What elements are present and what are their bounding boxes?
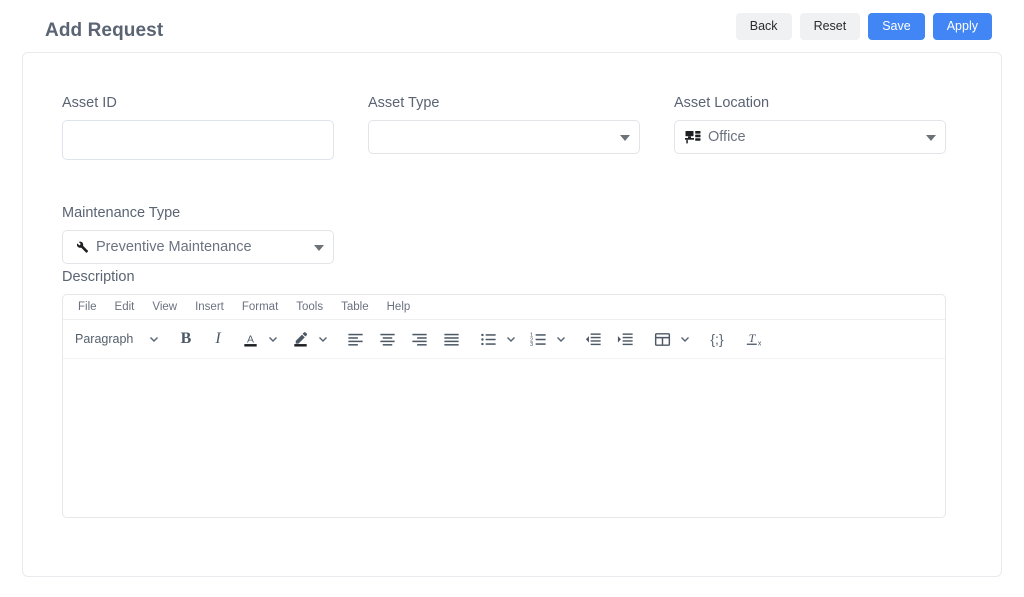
caret-down-icon [314, 245, 324, 251]
reset-button[interactable]: Reset [799, 13, 861, 40]
maintenance-type-select[interactable]: Preventive Maintenance [62, 230, 334, 264]
asset-type-select[interactable] [368, 120, 640, 154]
clear-formatting-button[interactable]: T x [740, 325, 768, 353]
menu-view[interactable]: View [143, 297, 186, 317]
rich-text-editor: File Edit View Insert Format Tools Table… [62, 294, 946, 518]
asset-location-select[interactable]: Office [674, 120, 946, 154]
align-justify-button[interactable] [437, 325, 465, 353]
field-maintenance-type: Maintenance Type Preventive Maintenance [62, 205, 334, 264]
background-color-chevron-down-icon[interactable] [314, 333, 332, 345]
align-right-button[interactable] [405, 325, 433, 353]
editor-toolbar: Paragraph B I A 1 2 3 {;} T x [63, 320, 945, 359]
editor-content-area[interactable] [63, 359, 945, 517]
form-card: Asset ID Asset Type Asset Location Offic… [22, 52, 1002, 577]
bold-button[interactable]: B [172, 325, 200, 353]
back-button[interactable]: Back [735, 13, 792, 40]
numbered-list-chevron-down-icon[interactable] [552, 333, 570, 345]
highlight-pen-icon[interactable] [286, 325, 314, 353]
text-color-chevron-down-icon[interactable] [264, 333, 282, 345]
save-button[interactable]: Save [868, 13, 925, 40]
menu-file[interactable]: File [69, 297, 106, 317]
asset-id-label: Asset ID [62, 95, 117, 111]
page-title: Add Request [45, 20, 164, 41]
maintenance-type-value: Preventive Maintenance [96, 239, 252, 255]
decrease-indent-button[interactable] [579, 325, 607, 353]
form-row-1: Asset ID Asset Type Asset Location Offic… [62, 95, 964, 205]
align-center-button[interactable] [373, 325, 401, 353]
menu-insert[interactable]: Insert [186, 297, 233, 317]
apply-button[interactable]: Apply [932, 13, 992, 40]
numbered-list-button[interactable]: 1 2 3 [524, 325, 552, 353]
text-color-button[interactable]: A [236, 325, 264, 353]
svg-text:T: T [749, 331, 757, 345]
menu-edit[interactable]: Edit [106, 297, 144, 317]
align-left-button[interactable] [341, 325, 369, 353]
menu-tools[interactable]: Tools [287, 297, 332, 317]
block-format-chevron-down-icon[interactable] [145, 333, 163, 345]
field-asset-id: Asset ID [62, 95, 334, 160]
italic-button[interactable]: I [204, 325, 232, 353]
add-request-page: Add Request Back Reset Save Apply Asset … [0, 0, 1024, 597]
svg-text:A: A [247, 334, 254, 345]
menu-help[interactable]: Help [378, 297, 420, 317]
table-chevron-down-icon[interactable] [676, 333, 694, 345]
asset-location-value: Office [708, 129, 746, 145]
page-header: Add Request Back Reset Save Apply [0, 0, 1024, 52]
asset-id-input[interactable] [62, 120, 334, 160]
wrench-icon [73, 239, 90, 255]
asset-type-label: Asset Type [368, 95, 440, 111]
caret-down-icon [620, 135, 630, 141]
menu-format[interactable]: Format [233, 297, 287, 317]
asset-location-label: Asset Location [674, 95, 770, 111]
table-button[interactable] [648, 325, 676, 353]
field-asset-location: Asset Location Office [674, 95, 946, 154]
editor-menubar: File Edit View Insert Format Tools Table… [63, 295, 945, 320]
caret-down-icon [926, 135, 936, 141]
header-action-buttons: Back Reset Save Apply [735, 13, 992, 40]
svg-text:x: x [758, 341, 762, 348]
desk-workstation-icon [685, 130, 702, 145]
description-section: Description File Edit View Insert Format… [62, 269, 946, 518]
block-format-select[interactable]: Paragraph [69, 325, 145, 353]
request-form: Asset ID Asset Type Asset Location Offic… [62, 95, 964, 264]
source-code-button[interactable]: {;} [703, 325, 731, 353]
bullet-list-button[interactable] [474, 325, 502, 353]
description-label: Description [62, 269, 135, 285]
svg-text:3: 3 [529, 342, 532, 348]
increase-indent-button[interactable] [611, 325, 639, 353]
menu-table[interactable]: Table [332, 297, 378, 317]
maintenance-type-label: Maintenance Type [62, 205, 181, 221]
bullet-list-chevron-down-icon[interactable] [502, 333, 520, 345]
field-asset-type: Asset Type [368, 95, 640, 154]
